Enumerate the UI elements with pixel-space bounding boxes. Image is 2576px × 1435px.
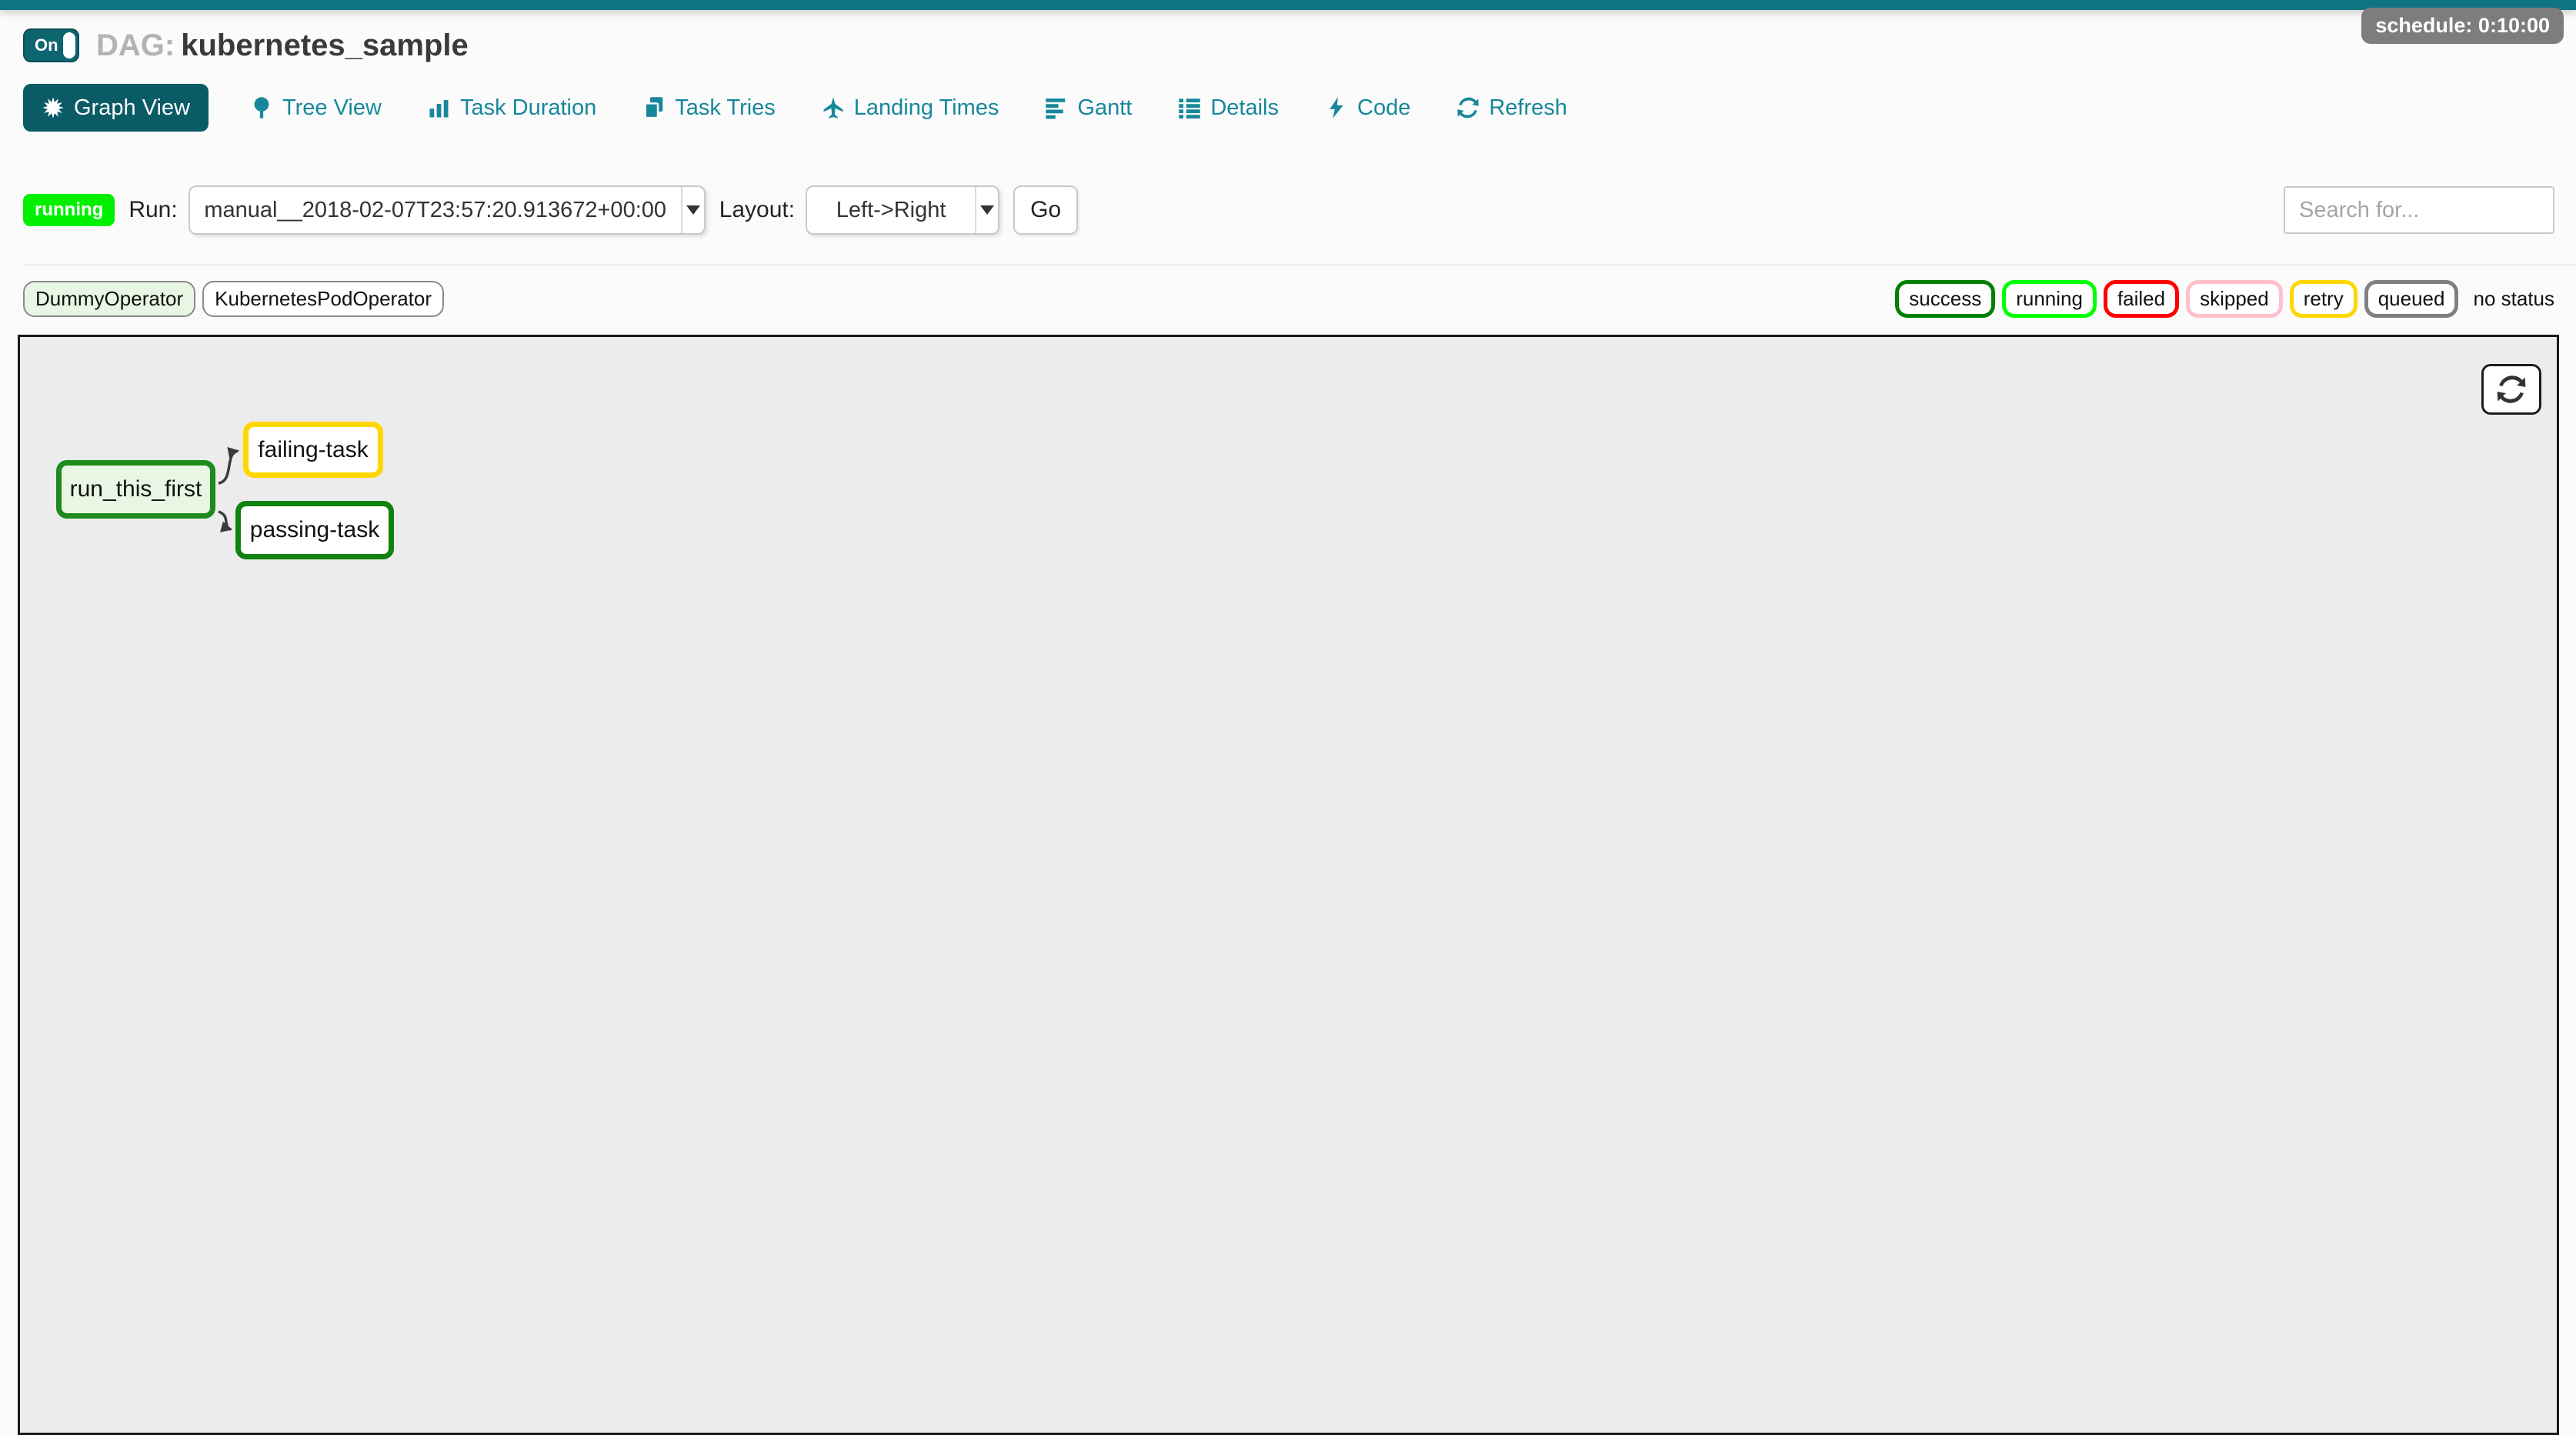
go-button[interactable]: Go — [1013, 185, 1078, 235]
refresh-icon — [1457, 96, 1480, 119]
dag-edges-layer — [20, 337, 2559, 1435]
page-header: On DAG:kubernetes_sample — [23, 27, 2554, 64]
tab-graph-view[interactable]: Graph View — [23, 84, 209, 132]
tab-task-duration[interactable]: Task Duration — [423, 84, 601, 132]
task-node-passing-task[interactable]: passing-task — [235, 501, 394, 559]
search-input[interactable] — [2284, 186, 2554, 234]
run-select-value: manual__2018-02-07T23:57:20.913672+00:00 — [190, 198, 681, 223]
tab-details[interactable]: Details — [1173, 84, 1283, 132]
state-badge-failed: failed — [2104, 280, 2179, 318]
dag-on-off-toggle[interactable]: On — [23, 28, 79, 62]
task-tries-icon — [642, 96, 666, 119]
page-title: DAG:kubernetes_sample — [96, 28, 469, 63]
plane-icon — [822, 96, 845, 119]
graph-canvas[interactable]: run_this_first failing-task passing-task — [18, 335, 2559, 1435]
tab-gantt[interactable]: Gantt — [1040, 84, 1136, 132]
state-legend: successrunningfailedskippedretryqueuedno… — [1895, 280, 2562, 318]
legend-row: DummyOperatorKubernetesPodOperator succe… — [23, 281, 2562, 316]
state-badge-skipped: skipped — [2186, 280, 2283, 318]
task-node-failing-task[interactable]: failing-task — [243, 422, 383, 478]
state-badge-no-status: no status — [2465, 284, 2562, 314]
tree-icon — [250, 96, 273, 119]
tab-label: Code — [1357, 95, 1410, 121]
view-tabs: Graph View Tree View Task Duration Task Tri… — [23, 84, 2554, 132]
top-accent-bar — [0, 0, 2576, 10]
task-node-run-this-first[interactable]: run_this_first — [56, 460, 215, 519]
tab-refresh[interactable]: Refresh — [1452, 84, 1572, 132]
tab-code[interactable]: Code — [1320, 84, 1415, 132]
tab-task-tries[interactable]: Task Tries — [638, 84, 780, 132]
chevron-down-icon — [681, 187, 704, 233]
tab-label: Tree View — [282, 95, 382, 121]
divider — [23, 264, 2576, 265]
run-label: Run: — [128, 197, 177, 223]
tab-label: Gantt — [1077, 95, 1132, 121]
layout-select-value: Left->Right — [807, 198, 975, 223]
tab-label: Refresh — [1489, 95, 1567, 121]
bolt-icon — [1325, 96, 1348, 119]
gantt-icon — [1045, 96, 1068, 119]
schedule-badge: schedule: 0:10:00 — [2361, 8, 2564, 44]
toggle-knob — [63, 32, 75, 58]
tab-landing-times[interactable]: Landing Times — [817, 84, 1004, 132]
layout-label: Layout: — [719, 197, 795, 223]
graph-refresh-button[interactable] — [2481, 364, 2541, 415]
tab-tree-view[interactable]: Tree View — [245, 84, 386, 132]
refresh-icon — [2496, 374, 2527, 405]
run-select[interactable]: manual__2018-02-07T23:57:20.913672+00:00 — [189, 185, 706, 235]
dag-edge-run-this-first-to-passing-task — [219, 512, 231, 529]
graph-view-icon — [42, 96, 65, 119]
operator-badge-kubernetespodoperator: KubernetesPodOperator — [202, 281, 444, 317]
tab-label: Details — [1210, 95, 1279, 121]
operator-badge-dummyoperator: DummyOperator — [23, 281, 195, 317]
run-controls: running Run: manual__2018-02-07T23:57:20… — [23, 185, 2554, 235]
tab-label: Landing Times — [854, 95, 999, 121]
toggle-on-label: On — [35, 35, 58, 55]
state-badge-retry: retry — [2290, 280, 2357, 318]
run-status-badge: running — [23, 194, 115, 226]
operator-legend: DummyOperatorKubernetesPodOperator — [23, 281, 444, 317]
state-badge-success: success — [1895, 280, 1995, 318]
state-badge-running: running — [2002, 280, 2097, 318]
list-icon — [1178, 96, 1201, 119]
dag-prefix-label: DAG: — [96, 28, 175, 62]
dag-name: kubernetes_sample — [181, 28, 469, 62]
state-badge-queued: queued — [2364, 280, 2459, 318]
layout-select[interactable]: Left->Right — [806, 185, 999, 235]
chevron-down-icon — [975, 187, 998, 233]
tab-label: Task Tries — [675, 95, 776, 121]
bar-chart-icon — [428, 96, 451, 119]
dag-edge-run-this-first-to-failing-task — [219, 451, 238, 483]
tab-label: Task Duration — [460, 95, 596, 121]
tab-label: Graph View — [74, 95, 190, 121]
